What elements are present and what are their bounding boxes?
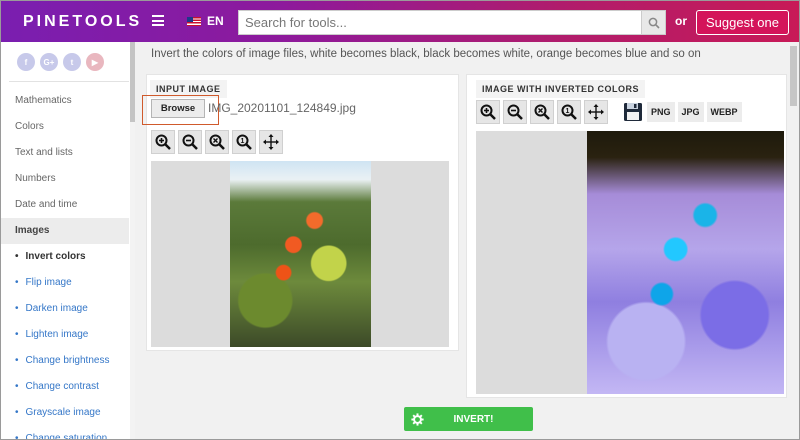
social-links: f G+ t ▶	[17, 53, 104, 71]
invert-button-label: INVERT!	[453, 413, 494, 425]
zoom-out-button[interactable]	[178, 130, 202, 154]
sidebar-item-change-saturation[interactable]: Change saturation	[1, 426, 129, 439]
selected-filename: IMG_20201101_124849.jpg	[208, 101, 356, 115]
input-toolbar: 1	[151, 130, 283, 154]
sidebar-item-colors[interactable]: Colors	[1, 114, 129, 140]
youtube-icon[interactable]: ▶	[86, 53, 104, 71]
top-header: PINETOOLS EN or Suggest one	[1, 1, 799, 42]
output-move-button[interactable]	[584, 100, 608, 124]
input-image-preview	[230, 161, 371, 347]
twitter-icon[interactable]: t	[63, 53, 81, 71]
browser-frame: PINETOOLS EN or Suggest one f G+ t ▶ Mat…	[0, 0, 800, 440]
sidebar-item-images[interactable]: Images	[1, 218, 129, 244]
output-image-area	[476, 131, 784, 394]
zoom-actual-button[interactable]: 1	[232, 130, 256, 154]
zoom-fit-icon	[534, 104, 550, 120]
sidebar-item-grayscale-image[interactable]: Grayscale image	[1, 400, 129, 426]
sidebar-item-date-and-time[interactable]: Date and time	[1, 192, 129, 218]
browse-button[interactable]: Browse	[151, 99, 205, 118]
output-zoom-out-button[interactable]	[503, 100, 527, 124]
svg-text:1: 1	[241, 138, 245, 145]
save-button[interactable]	[622, 101, 644, 123]
zoom-out-icon	[182, 134, 198, 150]
menu-icon[interactable]	[152, 15, 164, 26]
sidebar-item-flip-image[interactable]: Flip image	[1, 270, 129, 296]
floppy-disk-icon	[624, 103, 642, 121]
sidebar-item-change-contrast[interactable]: Change contrast	[1, 374, 129, 400]
input-image-area	[151, 161, 449, 347]
download-webp-button[interactable]: WEBP	[706, 102, 742, 122]
us-flag-icon	[187, 16, 201, 26]
output-zoom-fit-button[interactable]	[530, 100, 554, 124]
page-scrollbar[interactable]	[788, 42, 799, 439]
sidebar: f G+ t ▶ Mathematics Colors Text and lis…	[1, 42, 135, 439]
zoom-actual-size-icon: 1	[236, 134, 252, 150]
gear-icon	[404, 412, 430, 426]
language-label: EN	[207, 14, 224, 28]
site-logo[interactable]: PINETOOLS	[23, 13, 142, 31]
search-box	[238, 10, 666, 35]
zoom-out-icon	[507, 104, 523, 120]
zoom-in-icon	[155, 134, 171, 150]
move-icon	[263, 134, 279, 150]
language-selector[interactable]: EN	[187, 14, 224, 28]
output-zoom-actual-button[interactable]: 1	[557, 100, 581, 124]
tool-description: Invert the colors of image files, white …	[151, 48, 701, 60]
suggest-button[interactable]: Suggest one	[696, 10, 789, 35]
zoom-actual-size-icon: 1	[561, 104, 577, 120]
output-panel-title: IMAGE WITH INVERTED COLORS	[476, 80, 645, 98]
sidebar-scrollbar[interactable]	[130, 42, 135, 439]
sidebar-item-invert-colors[interactable]: Invert colors	[1, 244, 129, 270]
output-toolbar: 1 PNG JPG WEBP	[476, 100, 742, 124]
sidebar-item-change-brightness[interactable]: Change brightness	[1, 348, 129, 374]
facebook-icon[interactable]: f	[17, 53, 35, 71]
sidebar-nav: Mathematics Colors Text and lists Number…	[1, 88, 129, 439]
zoom-in-button[interactable]	[151, 130, 175, 154]
invert-button[interactable]: INVERT!	[404, 407, 533, 431]
zoom-in-icon	[480, 104, 496, 120]
search-icon	[648, 17, 660, 29]
sidebar-item-lighten-image[interactable]: Lighten image	[1, 322, 129, 348]
sidebar-divider	[9, 81, 129, 82]
or-text: or	[675, 14, 687, 28]
search-input[interactable]	[239, 11, 639, 34]
sidebar-item-mathematics[interactable]: Mathematics	[1, 88, 129, 114]
output-zoom-in-button[interactable]	[476, 100, 500, 124]
zoom-fit-icon	[209, 134, 225, 150]
download-png-button[interactable]: PNG	[647, 102, 675, 122]
sidebar-item-darken-image[interactable]: Darken image	[1, 296, 129, 322]
download-jpg-button[interactable]: JPG	[677, 102, 704, 122]
search-button[interactable]	[641, 11, 665, 34]
move-icon	[588, 104, 604, 120]
zoom-fit-button[interactable]	[205, 130, 229, 154]
sidebar-item-numbers[interactable]: Numbers	[1, 166, 129, 192]
output-image-preview	[587, 131, 784, 394]
google-plus-icon[interactable]: G+	[40, 53, 58, 71]
svg-text:1: 1	[566, 108, 570, 115]
move-button[interactable]	[259, 130, 283, 154]
sidebar-item-text-and-lists[interactable]: Text and lists	[1, 140, 129, 166]
